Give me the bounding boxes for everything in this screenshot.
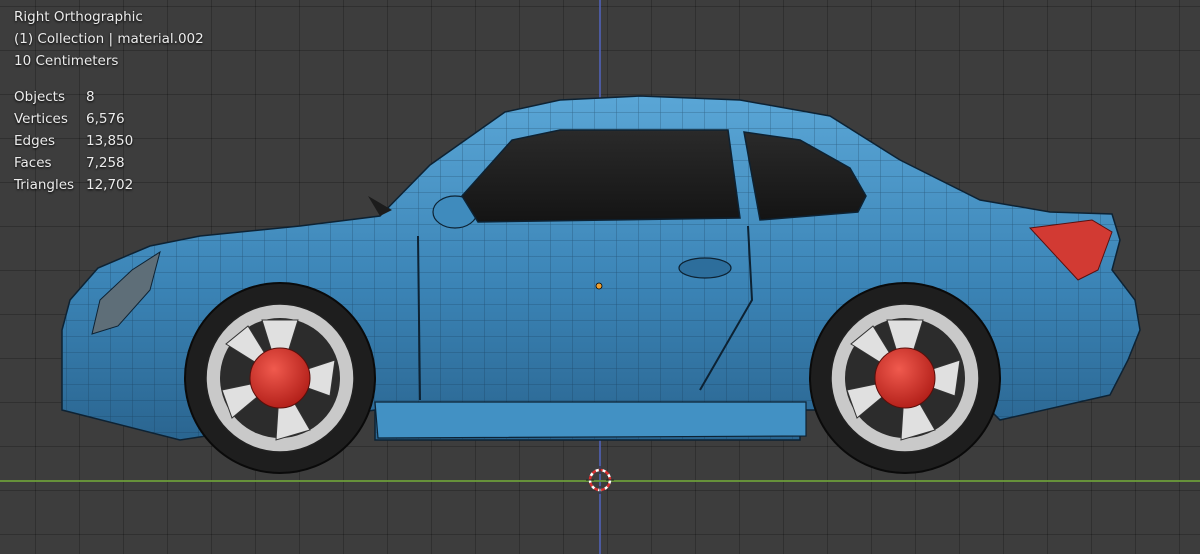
stat-edges: Edges 13,850 — [14, 130, 204, 152]
stat-label: Faces — [14, 155, 52, 171]
stat-value: 13,850 — [86, 133, 134, 149]
front-wheel[interactable] — [184, 282, 376, 474]
stat-faces: Faces 7,258 — [14, 152, 204, 174]
stat-label: Edges — [14, 133, 56, 149]
3d-cursor-icon[interactable] — [586, 466, 614, 494]
scene-statistics: Objects 8 Vertices 6,576 Edges 13,850 Faces… — [14, 86, 204, 196]
stat-value: 6,576 — [86, 111, 125, 127]
3d-viewport[interactable]: Right Orthographic (1) Collection | mate… — [0, 0, 1200, 554]
stat-objects: Objects 8 — [14, 86, 204, 108]
collection-info: (1) Collection | material.002 — [14, 31, 204, 47]
grid-scale: 10 Centimeters — [14, 53, 119, 69]
stat-value: 7,258 — [86, 155, 125, 171]
view-name: Right Orthographic — [14, 9, 143, 25]
stat-label: Objects — [14, 89, 66, 105]
rear-wheel[interactable] — [809, 282, 1001, 474]
stat-label: Vertices — [14, 111, 68, 127]
stat-value: 12,702 — [86, 177, 134, 193]
stat-triangles: Triangles 12,702 — [14, 174, 204, 196]
stat-vertices: Vertices 6,576 — [14, 108, 204, 130]
viewport-info-overlay: Right Orthographic (1) Collection | mate… — [14, 6, 204, 196]
car-windows — [461, 129, 867, 223]
object-origin-icon — [595, 282, 603, 290]
stat-value: 8 — [86, 89, 95, 105]
stat-label: Triangles — [14, 177, 75, 193]
